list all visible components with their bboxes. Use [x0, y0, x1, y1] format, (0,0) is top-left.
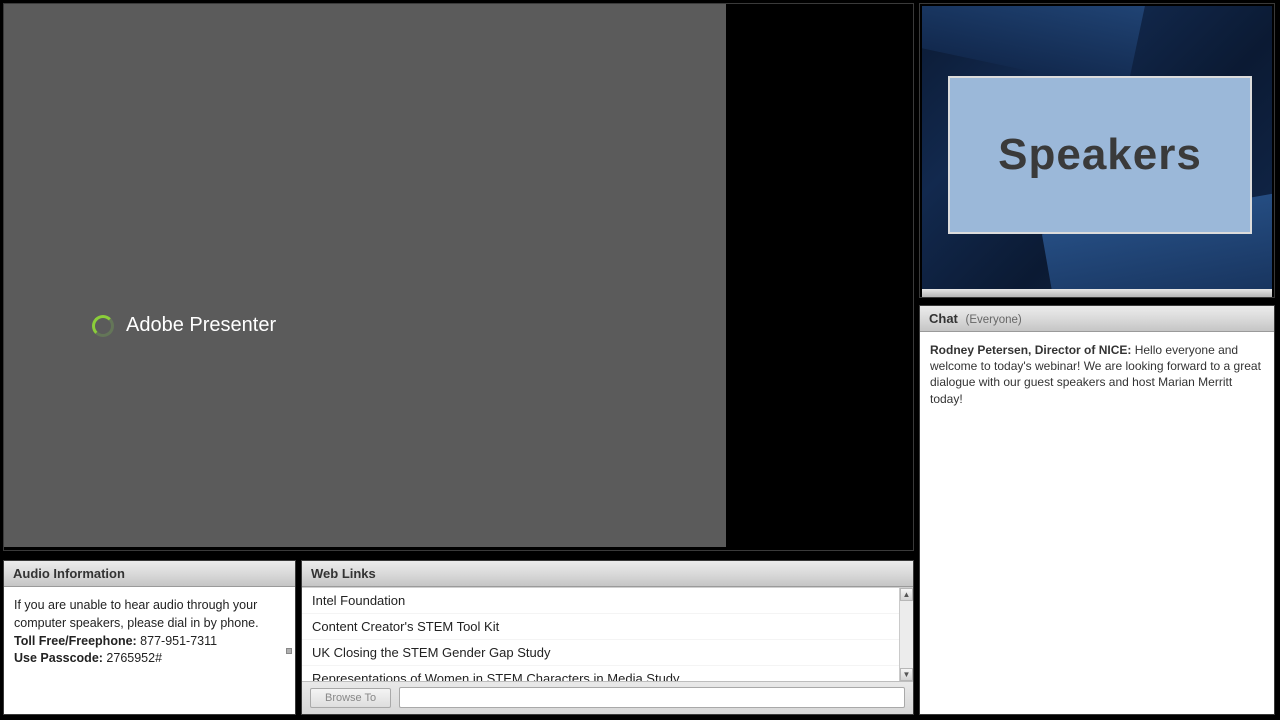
- links-list: Intel Foundation Content Creator's STEM …: [302, 587, 913, 681]
- web-links-pod: Web Links Intel Foundation Content Creat…: [301, 560, 914, 715]
- links-scrollbar[interactable]: ▲ ▼: [899, 588, 913, 681]
- audio-intro: If you are unable to hear audio through …: [14, 598, 259, 630]
- audio-toll-value: 877-951-7311: [137, 634, 217, 648]
- browse-to-button[interactable]: Browse To: [310, 688, 391, 708]
- chat-title: Chat: [929, 311, 958, 326]
- links-footer: Browse To: [302, 681, 913, 714]
- chat-pod: Chat (Everyone) Rodney Petersen, Directo…: [919, 305, 1275, 715]
- list-item[interactable]: UK Closing the STEM Gender Gap Study: [302, 640, 913, 666]
- speakers-pod: Speakers: [919, 3, 1275, 298]
- speakers-slide-bg: Speakers: [922, 6, 1272, 289]
- loading-text: Adobe Presenter: [126, 314, 276, 337]
- speakers-title: Speakers: [998, 130, 1202, 180]
- loading-indicator: Adobe Presenter: [92, 314, 276, 337]
- audio-body: If you are unable to hear audio through …: [4, 587, 295, 714]
- audio-toll-label: Toll Free/Freephone:: [14, 634, 137, 648]
- scroll-down-icon[interactable]: ▼: [900, 668, 913, 681]
- scroll-up-icon[interactable]: ▲: [900, 588, 913, 601]
- audio-info-pod: Audio Information If you are unable to h…: [3, 560, 296, 715]
- chat-body[interactable]: Rodney Petersen, Director of NICE: Hello…: [920, 332, 1274, 714]
- audio-scrollbar[interactable]: [285, 587, 293, 714]
- slide-canvas: Adobe Presenter: [4, 4, 726, 547]
- list-item[interactable]: Content Creator's STEM Tool Kit: [302, 614, 913, 640]
- list-item[interactable]: Representations of Women in STEM Charact…: [302, 666, 913, 681]
- links-title: Web Links: [311, 566, 376, 581]
- chat-sender: Rodney Petersen, Director of NICE:: [930, 343, 1131, 357]
- list-item[interactable]: Intel Foundation: [302, 588, 913, 614]
- spinner-icon: [92, 315, 114, 337]
- presentation-pod: Adobe Presenter: [3, 3, 914, 551]
- speakers-playbar[interactable]: [922, 289, 1272, 297]
- audio-title: Audio Information: [13, 566, 125, 581]
- speakers-title-card: Speakers: [948, 76, 1252, 234]
- chat-message: Rodney Petersen, Director of NICE: Hello…: [930, 342, 1264, 407]
- audio-pass-label: Use Passcode:: [14, 651, 103, 665]
- audio-pass-value: 2765952#: [103, 651, 162, 665]
- chat-scope: (Everyone): [966, 314, 1022, 326]
- audio-header: Audio Information: [4, 561, 295, 587]
- chat-header: Chat (Everyone): [920, 306, 1274, 332]
- links-header: Web Links: [302, 561, 913, 587]
- url-input[interactable]: [399, 687, 905, 708]
